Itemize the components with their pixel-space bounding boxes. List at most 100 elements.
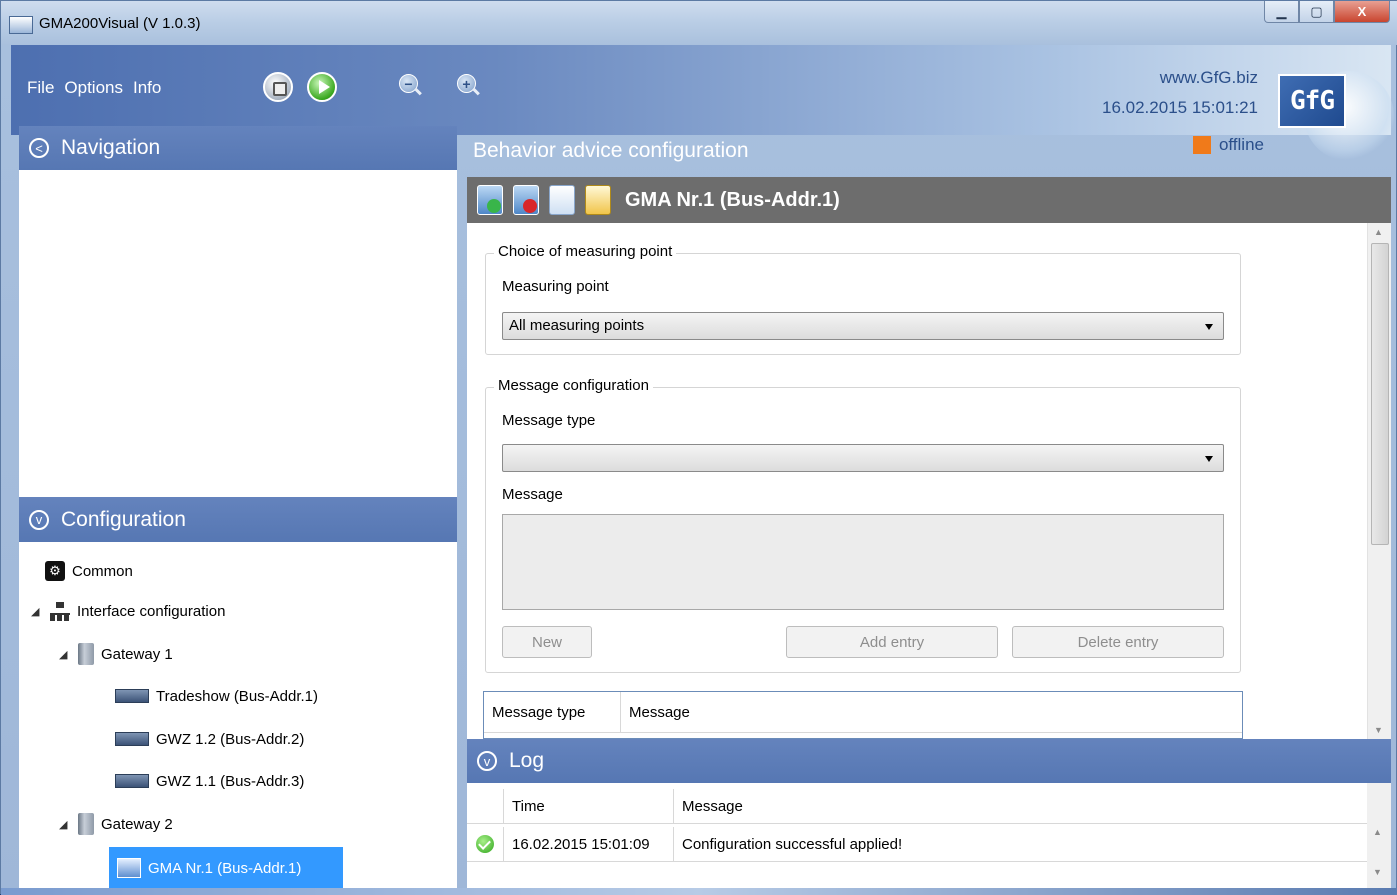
connection-status: offline	[1192, 135, 1264, 155]
status-text: offline	[1218, 135, 1264, 154]
scroll-down-icon[interactable]: ▼	[1373, 867, 1382, 877]
minimize-icon: ▁	[1276, 3, 1287, 19]
title-bar[interactable]: GMA200Visual (V 1.0.3) ▁ ▢ X	[1, 1, 1397, 45]
message-type-select[interactable]	[502, 444, 1224, 472]
tree-item-device[interactable]: Tradeshow (Bus-Addr.1)	[115, 679, 318, 713]
log-header[interactable]: v Log	[467, 739, 1391, 783]
minimize-button[interactable]: ▁	[1264, 1, 1299, 23]
website-link[interactable]: www.GfG.biz	[1102, 63, 1258, 93]
column-header[interactable]: Message	[674, 789, 1367, 823]
column-header[interactable]: Message	[621, 692, 1242, 732]
gfg-logo: GfG	[1278, 74, 1346, 128]
expand-icon: v	[477, 751, 497, 771]
app-window: GMA200Visual (V 1.0.3) ▁ ▢ X File Option…	[0, 0, 1397, 895]
menu-options[interactable]: Options	[64, 78, 123, 98]
brand-info: www.GfG.biz 16.02.2015 15:01:21	[1102, 63, 1258, 123]
tree-item-interface[interactable]: ◢ Interface configuration	[31, 594, 225, 628]
tree-item-label: Interface configuration	[77, 602, 226, 620]
expand-arrow-icon[interactable]: ◢	[31, 605, 43, 618]
log-message: Configuration successful applied!	[682, 835, 903, 853]
log-title: Log	[509, 749, 545, 772]
measuring-point-select[interactable]: All measuring points	[502, 312, 1224, 340]
log-panel: Time Message 16.02.2015 15:01:09 Configu…	[467, 783, 1391, 888]
maximize-button[interactable]: ▢	[1299, 1, 1334, 23]
device-icon	[115, 689, 149, 703]
window-controls: ▁ ▢ X	[1264, 1, 1390, 23]
chevron-down-icon	[1205, 456, 1213, 462]
log-row[interactable]: 16.02.2015 15:01:09 Configuration succes…	[467, 827, 1367, 862]
device-icon	[115, 774, 149, 788]
zoom-in-button[interactable]: +	[457, 74, 483, 100]
log-time: 16.02.2015 15:01:09	[504, 827, 674, 861]
log-table-header: Time Message	[467, 789, 1367, 824]
apply-icon[interactable]	[477, 185, 503, 215]
main-panel: GMA Nr.1 (Bus-Addr.1) Choice of measurin…	[467, 177, 1391, 739]
tree-item-gateway-1[interactable]: ◢ Gateway 1	[59, 637, 173, 671]
page-title: Behavior advice configuration	[473, 139, 749, 162]
device-title: GMA Nr.1 (Bus-Addr.1)	[625, 188, 840, 211]
tree-item-label: Gateway 2	[101, 815, 173, 833]
group-legend: Choice of measuring point	[494, 243, 677, 260]
tree-item-device[interactable]: GWZ 1.2 (Bus-Addr.2)	[115, 722, 304, 756]
gear-icon: ⚙	[45, 561, 65, 581]
tree-item-device[interactable]: GWZ 1.1 (Bus-Addr.3)	[115, 764, 304, 798]
play-button[interactable]	[307, 72, 337, 102]
column-header[interactable]: Time	[504, 789, 674, 823]
tree-item-common[interactable]: ⚙ Common	[45, 554, 133, 588]
field-label: Measuring point	[502, 278, 609, 295]
configuration-tree: ⚙ Common ◢ Interface configuration ◢ Gat…	[19, 542, 457, 888]
tree-item-label: GMA Nr.1 (Bus-Addr.1)	[148, 859, 302, 877]
expand-arrow-icon[interactable]: ◢	[59, 648, 71, 661]
tree-item-label: Tradeshow (Bus-Addr.1)	[156, 687, 319, 705]
tree-item-label: GWZ 1.1 (Bus-Addr.3)	[156, 772, 305, 790]
expand-arrow-icon[interactable]: ◢	[59, 818, 71, 831]
message-config-group: Message configuration Message type Messa…	[485, 377, 1241, 673]
menu-info[interactable]: Info	[133, 78, 161, 98]
measuring-point-group: Choice of measuring point Measuring poin…	[485, 243, 1241, 355]
navigation-panel	[19, 170, 457, 497]
scroll-up-icon[interactable]: ▲	[1374, 227, 1383, 237]
configuration-header[interactable]: v Configuration	[19, 497, 457, 542]
tree-item-label: Gateway 1	[101, 645, 173, 663]
tree-item-label: GWZ 1.2 (Bus-Addr.2)	[156, 730, 305, 748]
discard-icon[interactable]	[513, 185, 539, 215]
column-header[interactable]: Message type	[484, 692, 621, 732]
menu-file[interactable]: File	[27, 78, 54, 98]
close-button[interactable]: X	[1334, 1, 1390, 23]
copy-icon[interactable]	[549, 185, 575, 215]
zoom-out-button[interactable]: −	[399, 74, 425, 100]
field-label: Message	[502, 486, 563, 503]
field-label: Message type	[502, 412, 596, 429]
menu-bar: File Options Info	[27, 78, 161, 98]
maximize-icon: ▢	[1310, 3, 1323, 19]
tree-item-label: Common	[72, 562, 133, 580]
message-table: Message type Message	[483, 691, 1243, 739]
device-toolbar: GMA Nr.1 (Bus-Addr.1)	[467, 177, 1391, 223]
datetime-display: 16.02.2015 15:01:21	[1102, 98, 1258, 117]
add-entry-button[interactable]: Add entry	[786, 626, 998, 658]
window-title: GMA200Visual (V 1.0.3)	[39, 15, 201, 32]
tree-item-gateway-2[interactable]: ◢ Gateway 2	[59, 807, 173, 841]
scroll-up-icon[interactable]: ▲	[1373, 827, 1382, 837]
scroll-down-icon[interactable]: ▼	[1374, 725, 1383, 735]
log-scrollbar[interactable]: ▲ ▼	[1367, 783, 1391, 888]
delete-entry-button[interactable]: Delete entry	[1012, 626, 1224, 658]
table-header: Message type Message	[484, 692, 1242, 733]
device-icon	[115, 732, 149, 746]
stop-button[interactable]	[263, 72, 293, 102]
app-icon	[9, 16, 33, 34]
main-scrollbar[interactable]: ▲ ▼	[1367, 223, 1391, 739]
new-button[interactable]: New	[502, 626, 592, 658]
navigation-header[interactable]: < Navigation	[19, 126, 457, 170]
paste-icon[interactable]	[585, 185, 611, 215]
scrollbar-thumb[interactable]	[1371, 243, 1389, 545]
chevron-down-icon	[1205, 324, 1213, 330]
gateway-icon	[78, 643, 94, 665]
message-textarea[interactable]	[502, 514, 1224, 610]
configuration-title: Configuration	[61, 507, 186, 531]
close-icon: X	[1357, 4, 1367, 19]
collapse-icon: <	[29, 138, 49, 158]
status-indicator-icon	[1192, 136, 1211, 154]
navigation-title: Navigation	[61, 136, 161, 159]
tree-item-gma-selected[interactable]: GMA Nr.1 (Bus-Addr.1)	[109, 847, 343, 888]
